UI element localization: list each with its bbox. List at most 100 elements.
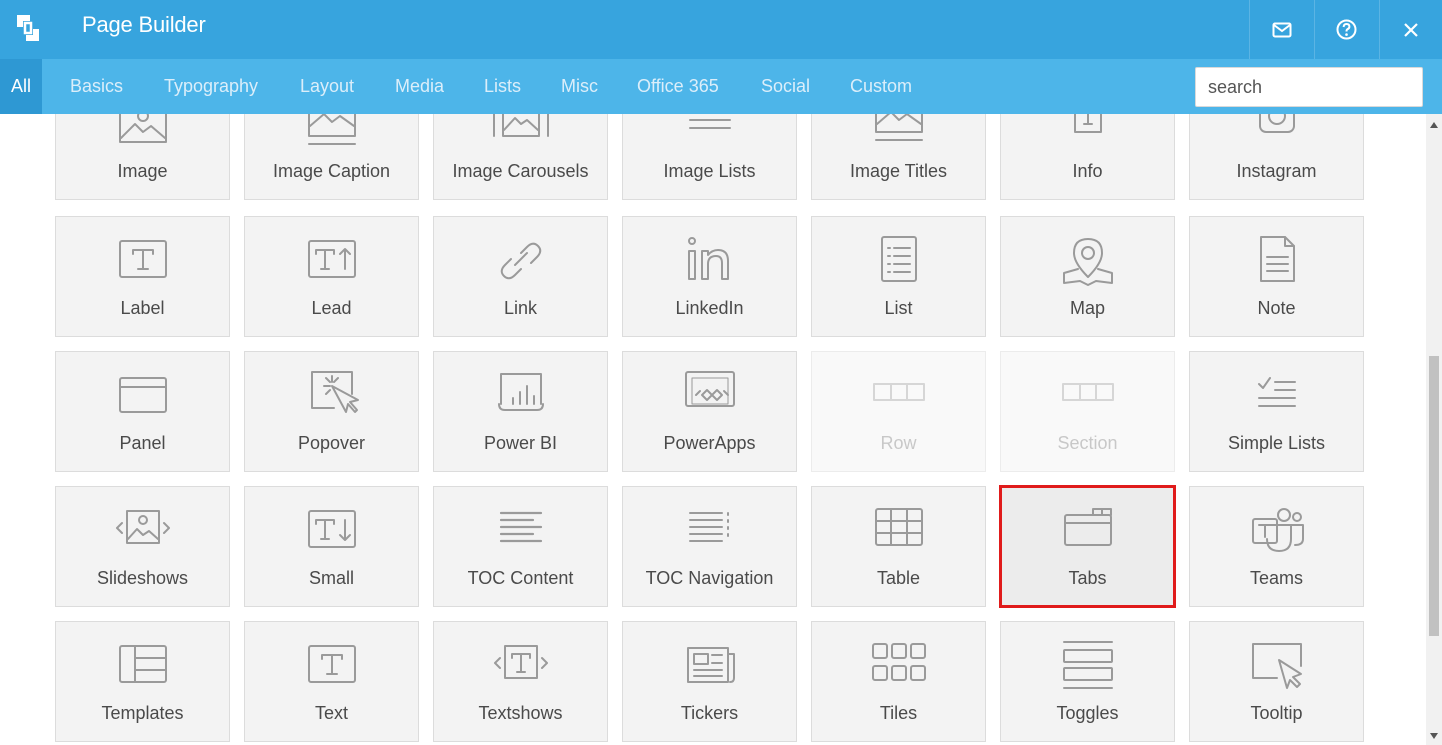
component-tile-image[interactable]: Image bbox=[55, 114, 230, 200]
component-tile-label: Link bbox=[503, 298, 538, 318]
scroll-down-arrow[interactable] bbox=[1430, 733, 1438, 739]
component-tile-label: Tabs bbox=[1068, 568, 1107, 588]
component-tile-toc-navigation[interactable]: TOC Navigation bbox=[622, 486, 797, 607]
instagram-icon bbox=[1190, 114, 1363, 152]
textshow-icon bbox=[434, 638, 607, 694]
component-tile-label[interactable]: Label bbox=[55, 216, 230, 337]
category-tab-basics[interactable]: Basics bbox=[70, 59, 123, 114]
small-icon bbox=[245, 503, 418, 559]
toc-navigation-icon bbox=[623, 503, 796, 559]
component-tile-slideshows[interactable]: Slideshows bbox=[55, 486, 230, 607]
component-tile-tiles[interactable]: Tiles bbox=[811, 621, 986, 742]
component-tile-instagram[interactable]: Instagram bbox=[1189, 114, 1364, 200]
title-bar: Page Builder bbox=[0, 0, 1442, 59]
component-tile-table[interactable]: Table bbox=[811, 486, 986, 607]
lead-icon bbox=[245, 233, 418, 289]
category-tab-all[interactable]: All bbox=[0, 59, 43, 114]
component-tile-label: Note bbox=[1257, 298, 1296, 318]
component-tile-panel[interactable]: Panel bbox=[55, 351, 230, 472]
component-tile-templates[interactable]: Templates bbox=[55, 621, 230, 742]
close-button[interactable] bbox=[1379, 0, 1442, 59]
component-tile-label: Simple Lists bbox=[1227, 433, 1326, 453]
close-icon bbox=[1404, 22, 1418, 37]
ticker-icon bbox=[623, 638, 796, 694]
panel-icon bbox=[56, 368, 229, 424]
search-input[interactable] bbox=[1195, 67, 1423, 107]
templates-icon bbox=[56, 638, 229, 694]
component-tile-simple-lists[interactable]: Simple Lists bbox=[1189, 351, 1364, 472]
page-builder-logo-icon bbox=[17, 15, 39, 41]
image-list-icon bbox=[623, 114, 796, 152]
tiles-icon bbox=[812, 638, 985, 694]
component-tile-tabs[interactable]: Tabs bbox=[999, 485, 1176, 608]
component-tile-label: Tiles bbox=[879, 703, 918, 723]
vertical-scrollbar[interactable] bbox=[1426, 114, 1442, 745]
component-tile-tooltip[interactable]: Tooltip bbox=[1189, 621, 1364, 742]
image-icon bbox=[56, 114, 229, 152]
component-tile-toggles[interactable]: Toggles bbox=[1000, 621, 1175, 742]
component-tile-label: Instagram bbox=[1236, 161, 1317, 181]
category-tab-layout[interactable]: Layout bbox=[300, 59, 354, 114]
component-tile-map[interactable]: Map bbox=[1000, 216, 1175, 337]
toggles-icon bbox=[1001, 638, 1174, 694]
component-tile-lead[interactable]: Lead bbox=[244, 216, 419, 337]
component-tile-label: Tooltip bbox=[1250, 703, 1303, 723]
scroll-up-arrow[interactable] bbox=[1430, 122, 1438, 128]
note-icon bbox=[1190, 233, 1363, 289]
help-button[interactable] bbox=[1314, 0, 1378, 59]
component-tile-link[interactable]: Link bbox=[433, 216, 608, 337]
link-icon bbox=[434, 233, 607, 289]
powerapps-icon bbox=[623, 368, 796, 424]
component-tile-label: Image bbox=[117, 161, 168, 181]
component-tile-teams[interactable]: Teams bbox=[1189, 486, 1364, 607]
component-tile-label: Section bbox=[1057, 433, 1118, 453]
component-tile-info[interactable]: Info bbox=[1000, 114, 1175, 200]
component-tile-label: Panel bbox=[119, 433, 166, 453]
popover-icon bbox=[245, 368, 418, 424]
component-tile-label: Row bbox=[880, 433, 917, 453]
simple-list-icon bbox=[1190, 368, 1363, 424]
app-title: Page Builder bbox=[82, 12, 206, 37]
component-tile-label: Lead bbox=[311, 298, 352, 318]
component-tile-text[interactable]: Text bbox=[244, 621, 419, 742]
category-tab-custom[interactable]: Custom bbox=[850, 59, 912, 114]
help-icon bbox=[1336, 19, 1357, 40]
category-tab-typography[interactable]: Typography bbox=[164, 59, 258, 114]
category-tab-lists[interactable]: Lists bbox=[484, 59, 521, 114]
component-tile-textshows[interactable]: Textshows bbox=[433, 621, 608, 742]
component-tile-powerapps[interactable]: PowerApps bbox=[622, 351, 797, 472]
component-tile-list[interactable]: List bbox=[811, 216, 986, 337]
component-tile-toc-content[interactable]: TOC Content bbox=[433, 486, 608, 607]
component-tile-row: Row bbox=[811, 351, 986, 472]
linkedin-icon bbox=[623, 233, 796, 289]
component-tile-image-carousels[interactable]: Image Carousels bbox=[433, 114, 608, 200]
category-tab-media[interactable]: Media bbox=[395, 59, 444, 114]
category-tab-social[interactable]: Social bbox=[761, 59, 810, 114]
component-tile-label: Tickers bbox=[680, 703, 739, 723]
component-tile-label: Power BI bbox=[483, 433, 558, 453]
tabs-icon bbox=[1001, 503, 1174, 559]
component-tile-image-lists[interactable]: Image Lists bbox=[622, 114, 797, 200]
component-tile-label: Image Caption bbox=[272, 161, 391, 181]
category-tab-office-365[interactable]: Office 365 bbox=[637, 59, 719, 114]
component-tile-label: Toggles bbox=[1056, 703, 1119, 723]
mail-button[interactable] bbox=[1249, 0, 1313, 59]
component-tile-power-bi[interactable]: Power BI bbox=[433, 351, 608, 472]
slideshow-icon bbox=[56, 503, 229, 559]
component-tile-image-titles[interactable]: Image Titles bbox=[811, 114, 986, 200]
component-tile-note[interactable]: Note bbox=[1189, 216, 1364, 337]
component-tile-image-caption[interactable]: Image Caption bbox=[244, 114, 419, 200]
component-tile-small[interactable]: Small bbox=[244, 486, 419, 607]
component-tile-label: Textshows bbox=[478, 703, 563, 723]
component-tile-label: List bbox=[884, 298, 913, 318]
component-tile-popover[interactable]: Popover bbox=[244, 351, 419, 472]
image-caption-icon bbox=[245, 114, 418, 152]
scrollbar-thumb[interactable] bbox=[1429, 356, 1439, 636]
component-tile-linkedin[interactable]: LinkedIn bbox=[622, 216, 797, 337]
component-tile-label: TOC Navigation bbox=[645, 568, 774, 588]
label-icon bbox=[56, 233, 229, 289]
component-tile-tickers[interactable]: Tickers bbox=[622, 621, 797, 742]
component-tile-label: Table bbox=[876, 568, 921, 588]
component-tile-label: Popover bbox=[297, 433, 366, 453]
category-tab-misc[interactable]: Misc bbox=[561, 59, 598, 114]
